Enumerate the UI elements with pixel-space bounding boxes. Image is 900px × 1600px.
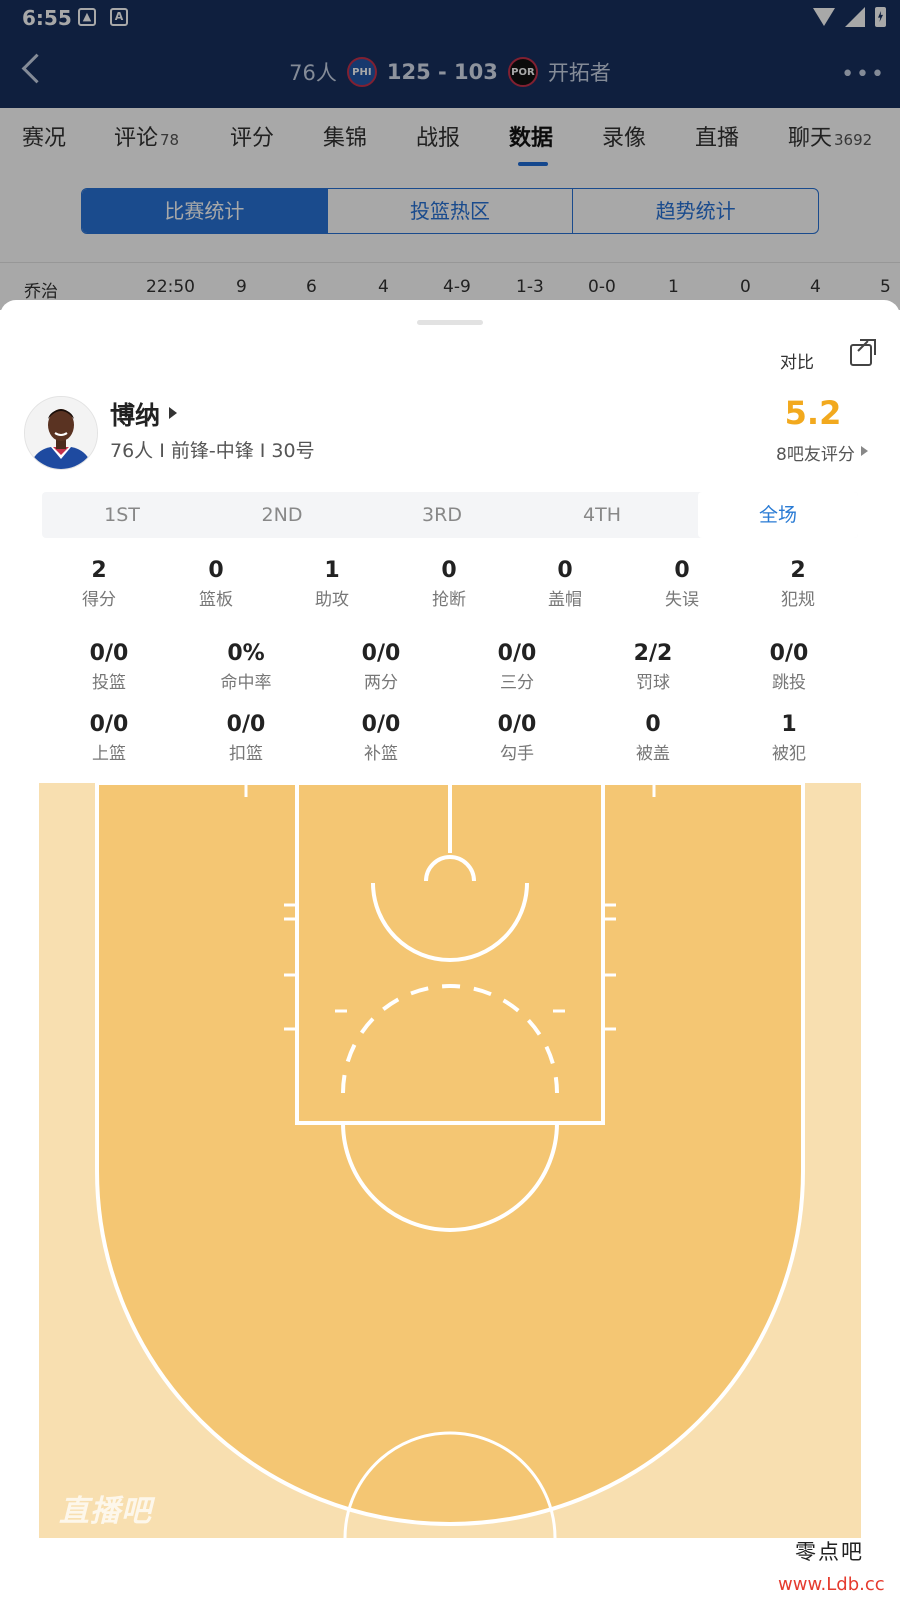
period-2nd[interactable]: 2ND: [202, 492, 362, 538]
stat-turnovers: 0 失误: [665, 558, 699, 610]
caret-right-icon: [861, 446, 868, 456]
stat-layup: 0/0 上篮: [89, 712, 129, 764]
period-full-game[interactable]: 全场: [698, 492, 858, 538]
player-meta: 76人 I 前锋-中锋 I 30号: [110, 440, 315, 462]
avatar: [24, 396, 98, 470]
court-diagram: [39, 783, 861, 1538]
period-selector: 1ST 2ND 3RD 4TH 全场: [42, 492, 858, 538]
rating-count-link[interactable]: 8吧友评分: [776, 440, 855, 465]
player-stats-sheet: 对比 博纳 76人 I 前锋-中锋 I 30号 5.2 8吧友评分 1ST 2N…: [0, 300, 900, 1600]
stat-fg-pct: 0% 命中率: [220, 641, 272, 693]
stat-blocks: 0 盖帽: [548, 558, 582, 610]
court-watermark: 直播吧: [59, 1494, 152, 1529]
stat-tipin: 0/0 补篮: [361, 712, 401, 764]
modal-overlay[interactable]: [0, 0, 900, 310]
site-watermark: 零点吧: [795, 1540, 864, 1564]
stat-dunk: 0/0 扣篮: [226, 712, 266, 764]
shot-chart-court: 直播吧: [39, 783, 861, 1538]
stat-3pt: 0/0 三分: [497, 641, 537, 693]
stat-jumpshot: 0/0 跳投: [769, 641, 809, 693]
period-1st[interactable]: 1ST: [42, 492, 202, 538]
stat-blocked: 0 被盖: [636, 712, 670, 764]
caret-right-icon[interactable]: [169, 407, 177, 419]
share-icon[interactable]: [850, 339, 876, 366]
stat-points: 2 得分: [82, 558, 116, 610]
stat-rebounds: 0 篮板: [199, 558, 233, 610]
stat-steals: 0 抢断: [432, 558, 466, 610]
compare-button[interactable]: 对比: [780, 348, 814, 373]
stat-fouled: 1 被犯: [772, 712, 806, 764]
period-3rd[interactable]: 3RD: [362, 492, 522, 538]
stat-ft: 2/2 罚球: [633, 641, 673, 693]
stat-2pt: 0/0 两分: [361, 641, 401, 693]
stat-fouls: 2 犯规: [781, 558, 815, 610]
site-watermark-url: www.Ldb.cc: [778, 1574, 885, 1595]
player-name[interactable]: 博纳: [110, 396, 160, 432]
player-photo: [25, 397, 97, 469]
stat-hook: 0/0 勾手: [497, 712, 537, 764]
stat-assists: 1 助攻: [315, 558, 349, 610]
period-4th[interactable]: 4TH: [522, 492, 682, 538]
stat-fg: 0/0 投篮: [89, 641, 129, 693]
sheet-drag-handle[interactable]: [417, 320, 483, 325]
player-rating[interactable]: 5.2: [780, 394, 846, 432]
